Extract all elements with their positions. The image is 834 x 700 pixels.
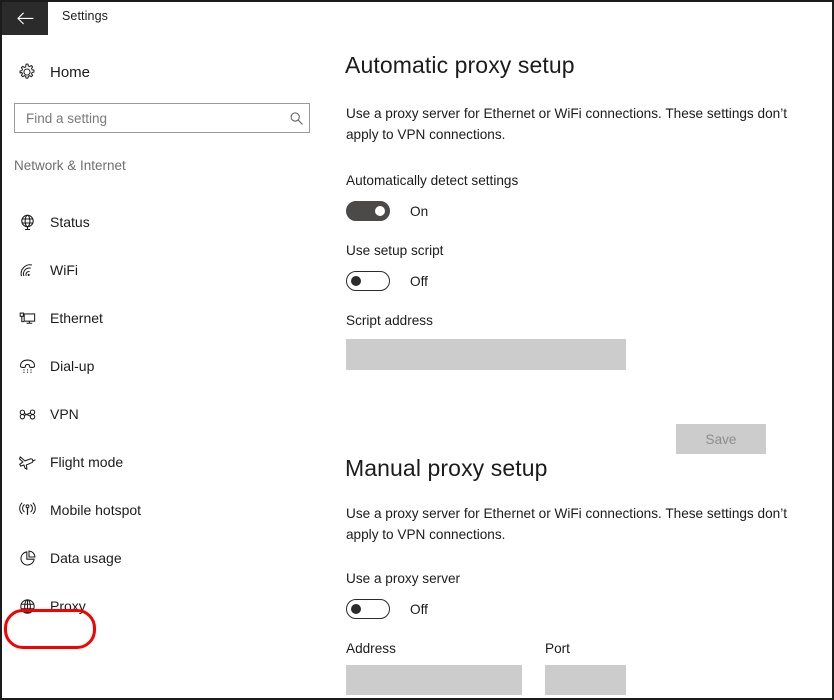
save-button[interactable]: Save [676, 424, 766, 454]
sidebar-item-home[interactable]: Home [2, 57, 312, 87]
back-arrow-icon [16, 12, 34, 25]
automatic-proxy-setup-title: Automatic proxy setup [345, 52, 575, 78]
toggle-knob [351, 276, 361, 286]
sidebar-item-flight-mode-label: Flight mode [50, 454, 124, 470]
use-a-proxy-server-toggle[interactable] [346, 599, 390, 619]
automatically-detect-settings-label: Automatically detect settings [346, 173, 519, 188]
use-setup-script-label: Use setup script [346, 243, 444, 258]
use-a-proxy-server-state: Off [410, 601, 428, 617]
sidebar-item-vpn-label: VPN [50, 406, 79, 422]
gear-icon [14, 63, 40, 81]
sidebar-item-dialup[interactable]: Dial-up [2, 342, 332, 390]
settings-window: Settings Home Network & Internet [0, 0, 834, 700]
use-a-proxy-server-row: Off [346, 599, 428, 619]
sidebar-nav-list: Status WiFi Ethernet Dial-up VPN Flight … [2, 198, 332, 630]
sidebar-item-wifi[interactable]: WiFi [2, 246, 332, 294]
dialup-phone-icon [14, 357, 40, 376]
sidebar-item-mobile-hotspot[interactable]: Mobile hotspot [2, 486, 332, 534]
sidebar-item-status-label: Status [50, 214, 90, 230]
sidebar-item-flight-mode[interactable]: Flight mode [2, 438, 332, 486]
toggle-knob [375, 206, 385, 216]
sidebar-item-vpn[interactable]: VPN [2, 390, 332, 438]
automatically-detect-settings-toggle[interactable] [346, 201, 390, 221]
address-input[interactable] [346, 665, 522, 695]
sidebar-item-data-usage-label: Data usage [50, 550, 122, 566]
sidebar-item-status[interactable]: Status [2, 198, 332, 246]
sidebar-item-ethernet[interactable]: Ethernet [2, 294, 332, 342]
automatically-detect-settings-row: On [346, 201, 428, 221]
automatic-proxy-setup-description: Use a proxy server for Ethernet or WiFi … [346, 106, 787, 142]
port-input[interactable] [545, 665, 626, 695]
sidebar: Home Network & Internet [2, 35, 332, 698]
sidebar-item-data-usage[interactable]: Data usage [2, 534, 332, 582]
address-label: Address [346, 641, 396, 656]
sidebar-item-dialup-label: Dial-up [50, 358, 95, 374]
port-label: Port [545, 641, 570, 656]
manual-proxy-setup-description: Use a proxy server for Ethernet or WiFi … [346, 506, 787, 542]
sidebar-category-label: Network & Internet [14, 158, 126, 173]
hotspot-icon [14, 501, 40, 520]
automatically-detect-settings-state: On [410, 203, 429, 219]
search-box[interactable] [14, 103, 310, 133]
script-address-input[interactable] [346, 339, 626, 370]
search-icon[interactable] [283, 111, 309, 126]
back-button[interactable] [2, 2, 48, 35]
pie-chart-icon [14, 549, 40, 568]
title-bar: Settings [2, 2, 832, 35]
sidebar-item-proxy-label: Proxy [50, 598, 86, 614]
sidebar-item-wifi-label: WiFi [50, 262, 78, 278]
toggle-knob [351, 604, 361, 614]
use-setup-script-toggle[interactable] [346, 271, 390, 291]
wifi-icon [14, 261, 40, 280]
sidebar-item-home-label: Home [50, 63, 91, 81]
ethernet-icon [14, 309, 40, 328]
airplane-icon [14, 453, 40, 472]
globe-status-icon [14, 213, 40, 232]
use-a-proxy-server-label: Use a proxy server [346, 571, 461, 586]
manual-proxy-setup-title: Manual proxy setup [345, 455, 548, 481]
use-setup-script-state: Off [410, 273, 428, 289]
sidebar-item-mobile-hotspot-label: Mobile hotspot [50, 502, 142, 518]
script-address-label: Script address [346, 313, 433, 328]
window-title: Settings [62, 9, 108, 23]
use-setup-script-row: Off [346, 271, 428, 291]
globe-icon [14, 597, 40, 616]
content-pane: Automatic proxy setup Use a proxy server… [332, 35, 832, 698]
sidebar-item-proxy[interactable]: Proxy [2, 582, 332, 630]
vpn-key-icon [14, 405, 40, 424]
search-input[interactable] [24, 104, 283, 132]
sidebar-item-ethernet-label: Ethernet [50, 310, 103, 326]
